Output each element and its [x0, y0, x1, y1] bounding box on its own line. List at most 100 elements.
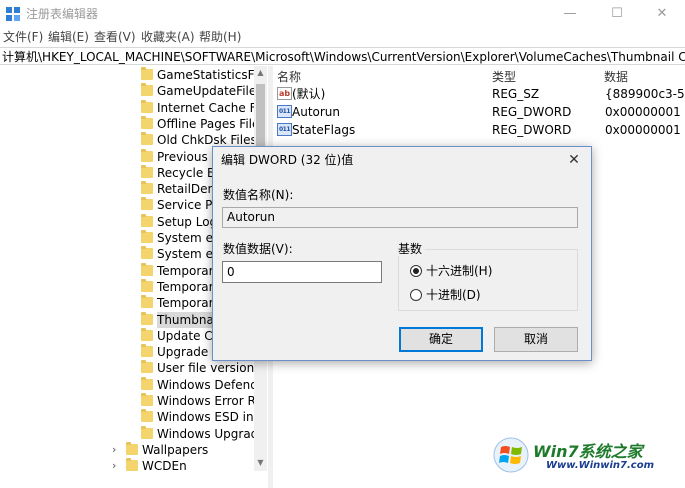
- value-type-cell: REG_SZ: [492, 87, 540, 101]
- folder-icon: [141, 311, 153, 325]
- value-name-cell: Autorun: [292, 105, 341, 119]
- folder-icon: [141, 67, 153, 80]
- tree-item[interactable]: Offline Pages File: [0, 115, 268, 132]
- value-name-label: 数值名称(N):: [223, 188, 294, 202]
- folder-icon: [141, 344, 153, 358]
- folder-icon: [141, 262, 153, 276]
- dialog-close-icon[interactable]: ✕: [562, 148, 586, 172]
- folder-icon: [141, 376, 153, 390]
- folder-icon: [141, 409, 153, 423]
- tree-scroll-up-arrow[interactable]: ▲: [254, 66, 267, 80]
- tree-item[interactable]: Internet Cache Fil: [0, 99, 268, 116]
- tree-scroll-down-arrow[interactable]: ▼: [254, 456, 267, 470]
- folder-icon: [141, 246, 153, 260]
- tree-item-label: Service Pa: [157, 198, 220, 213]
- list-item[interactable]: ab(默认) REG_SZ {889900c3-59f: [273, 85, 685, 103]
- list-item[interactable]: 011StateFlags REG_DWORD 0x00000001 (1: [273, 121, 685, 139]
- tree-item[interactable]: GameUpdateFiles: [0, 83, 268, 99]
- chevron-right-icon[interactable]: ›: [112, 458, 116, 474]
- folder-icon: [141, 164, 153, 178]
- value-data-input[interactable]: [222, 261, 382, 283]
- column-header-type[interactable]: 类型: [492, 69, 516, 85]
- tree-item-label: Windows Error Re: [157, 394, 263, 408]
- hex-radio-label[interactable]: 十六进制(H): [426, 263, 492, 279]
- value-data-cell: {889900c3-59f: [605, 87, 685, 101]
- tree-item-label: RetailDem: [157, 182, 220, 197]
- tree-item-label: Thumbnai: [157, 311, 218, 328]
- value-type-cell: REG_DWORD: [492, 105, 572, 119]
- value-data-cell: 0x00000001 (1: [605, 105, 685, 119]
- chevron-right-icon[interactable]: ›: [112, 442, 116, 458]
- close-window-button[interactable]: ✕: [639, 0, 685, 28]
- watermark-url: Www.Winwin7.com: [546, 460, 655, 471]
- hex-radio[interactable]: [410, 265, 422, 277]
- column-header-name[interactable]: 名称: [277, 69, 301, 85]
- decimal-radio-label[interactable]: 十进制(D): [426, 287, 481, 303]
- base-group-label: 基数: [398, 242, 426, 256]
- windows-logo-watermark: [493, 437, 529, 473]
- binary-value-icon: 011: [277, 123, 292, 136]
- menu-view[interactable]: 查看(V): [94, 30, 136, 44]
- tree-item-label: Update Cl: [157, 328, 216, 343]
- folder-icon: [141, 132, 153, 146]
- folder-icon: [141, 360, 153, 374]
- watermark-brand: Win7系统之家: [533, 442, 643, 461]
- decimal-radio[interactable]: [410, 289, 422, 301]
- value-data-label: 数值数据(V):: [223, 242, 293, 256]
- tree-item[interactable]: User file versions: [0, 360, 268, 376]
- list-item[interactable]: 011Autorun REG_DWORD 0x00000001 (1: [273, 103, 685, 121]
- value-type-cell: REG_DWORD: [492, 123, 572, 137]
- tree-item[interactable]: › WCDEn: [0, 458, 268, 474]
- tree-item-label: Windows Upgrad: [157, 426, 259, 441]
- tree-item-label: Wallpapers: [142, 442, 209, 457]
- menu-file[interactable]: 文件(F): [3, 30, 43, 44]
- folder-icon: [141, 148, 153, 162]
- folder-icon: [141, 99, 153, 113]
- string-value-icon: ab: [277, 87, 292, 100]
- dialog-title: 编辑 DWORD (32 位)值: [221, 153, 354, 167]
- tree-item-label: Windows ESD inst: [157, 410, 265, 425]
- folder-icon: [141, 230, 153, 243]
- tree-item-label: GameUpdateFiles: [157, 84, 263, 99]
- minimize-button[interactable]: —: [547, 0, 593, 28]
- folder-icon: [126, 458, 138, 472]
- tree-item-label: GameStatisticsFile: [157, 68, 268, 82]
- ok-button[interactable]: 确定: [399, 327, 483, 352]
- tree-item-label: Internet Cache Fil: [157, 100, 263, 115]
- address-bar[interactable]: 计算机\HKEY_LOCAL_MACHINE\SOFTWARE\Microsof…: [0, 47, 685, 65]
- tree-item-label: Offline Pages File: [157, 116, 260, 131]
- folder-icon: [141, 327, 153, 341]
- tree-item-label: Recycle Bi: [157, 165, 219, 180]
- folder-icon: [141, 181, 153, 195]
- cancel-button[interactable]: 取消: [494, 327, 578, 352]
- base-groupbox: [398, 249, 578, 311]
- value-name-cell: StateFlags: [292, 123, 356, 137]
- tree-item-label: Previous Ir: [157, 149, 220, 164]
- tree-item-label: User file versions: [157, 361, 261, 376]
- binary-value-icon: 011: [277, 105, 292, 118]
- window-title: 注册表编辑器: [26, 7, 99, 21]
- column-header-data[interactable]: 数据: [604, 69, 628, 85]
- menu-edit[interactable]: 编辑(E): [48, 30, 89, 44]
- value-name-field: Autorun: [222, 207, 578, 228]
- tree-item[interactable]: Windows Defende: [0, 376, 268, 393]
- folder-icon: [141, 425, 153, 439]
- folder-icon: [141, 213, 153, 227]
- tree-item-label: Windows Defende: [157, 377, 266, 392]
- folder-icon: [141, 278, 153, 292]
- value-name-cell: (默认): [292, 87, 326, 101]
- tree-item[interactable]: Windows Upgrad: [0, 425, 268, 442]
- menu-favorites[interactable]: 收藏夹(A): [141, 30, 195, 44]
- menu-help[interactable]: 帮助(H): [199, 30, 241, 44]
- folder-icon: [141, 115, 153, 129]
- tree-item[interactable]: › Wallpapers: [0, 441, 268, 458]
- folder-icon: [141, 197, 153, 211]
- folder-icon: [141, 83, 153, 97]
- maximize-button[interactable]: ☐: [594, 0, 640, 28]
- value-data-cell: 0x00000001 (1: [605, 123, 685, 137]
- folder-icon: [141, 295, 153, 309]
- tree-item[interactable]: GameStatisticsFile: [0, 67, 268, 83]
- tree-item[interactable]: Windows Error Re: [0, 393, 268, 409]
- folder-icon: [126, 441, 138, 455]
- tree-item[interactable]: Windows ESD inst: [0, 409, 268, 425]
